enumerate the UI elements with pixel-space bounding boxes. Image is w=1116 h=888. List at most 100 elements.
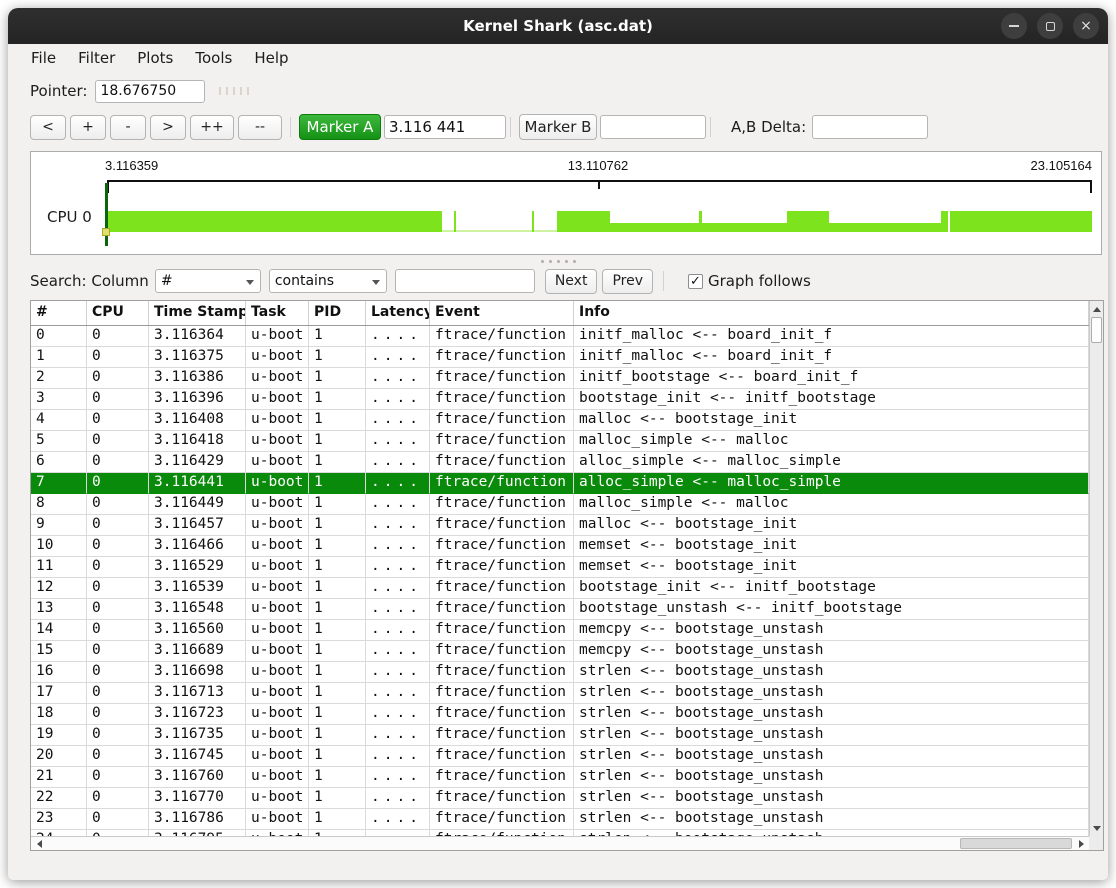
- cell-info: strlen <-- bootstage_unstash: [574, 767, 1089, 788]
- chevron-down-icon: [372, 280, 380, 285]
- cell-task: u-boot: [246, 389, 309, 410]
- table-row[interactable]: 1703.116713u-boot1....ftrace/functionstr…: [31, 683, 1089, 704]
- table-header[interactable]: #CPUTime StampTaskPIDLatencyEventInfo: [31, 301, 1089, 326]
- table-row[interactable]: 603.116429u-boot1....ftrace/functionallo…: [31, 452, 1089, 473]
- marker-a-button[interactable]: Marker A: [299, 114, 381, 140]
- table-row[interactable]: 1003.116466u-boot1....ftrace/functionmem…: [31, 536, 1089, 557]
- table-row[interactable]: 1303.116548u-boot1....ftrace/functionboo…: [31, 599, 1089, 620]
- cell-#: 12: [31, 578, 87, 599]
- table-row[interactable]: 303.116396u-boot1....ftrace/functionboot…: [31, 389, 1089, 410]
- table-row[interactable]: 003.116364u-boot1....ftrace/functioninit…: [31, 326, 1089, 347]
- table-row[interactable]: 103.116375u-boot1....ftrace/functioninit…: [31, 347, 1089, 368]
- graph-follows-checkbox[interactable]: ✓: [688, 274, 703, 289]
- cell-task: u-boot: [246, 326, 309, 347]
- horizontal-scroll-thumb[interactable]: [960, 838, 1072, 849]
- maximize-button[interactable]: [1037, 13, 1063, 39]
- table-row[interactable]: 803.116449u-boot1....ftrace/functionmall…: [31, 494, 1089, 515]
- scroll-up-button[interactable]: [1090, 302, 1103, 316]
- cell-pid: 1: [309, 662, 366, 683]
- nav-button---[interactable]: --: [238, 115, 282, 140]
- nav-button-++[interactable]: ++: [190, 115, 234, 140]
- scroll-right-button[interactable]: [1074, 837, 1088, 850]
- cell-#: 9: [31, 515, 87, 536]
- table-row-selected[interactable]: 703.116441u-boot1....ftrace/functionallo…: [31, 473, 1089, 494]
- scroll-left-button[interactable]: [32, 837, 46, 850]
- table-row[interactable]: 1503.116689u-boot1....ftrace/functionmem…: [31, 641, 1089, 662]
- cell-time-stamp: 3.116396: [149, 389, 246, 410]
- horizontal-scrollbar[interactable]: [31, 836, 1089, 850]
- table-row[interactable]: 1203.116539u-boot1....ftrace/functionboo…: [31, 578, 1089, 599]
- column-header-time-stamp[interactable]: Time Stamp: [149, 301, 246, 325]
- next-button[interactable]: Next: [545, 269, 598, 294]
- column-header-cpu[interactable]: CPU: [87, 301, 149, 325]
- graph-time-start: 3.116359: [105, 158, 158, 173]
- cell-cpu: 0: [87, 389, 149, 410]
- column-header-#[interactable]: #: [31, 301, 87, 325]
- table-row[interactable]: 403.116408u-boot1....ftrace/functionmall…: [31, 410, 1089, 431]
- cell-#: 11: [31, 557, 87, 578]
- nav-button-<[interactable]: <: [30, 115, 66, 140]
- cpu-activity-segment: [610, 223, 699, 232]
- cell-pid: 1: [309, 746, 366, 767]
- marker-b-button[interactable]: Marker B: [519, 114, 597, 140]
- search-column-value: #: [161, 273, 173, 289]
- table-row[interactable]: 1603.116698u-boot1....ftrace/functionstr…: [31, 662, 1089, 683]
- ab-delta-field[interactable]: [812, 115, 928, 139]
- column-header-task[interactable]: Task: [246, 301, 309, 325]
- menu-item-tools[interactable]: Tools: [184, 47, 243, 69]
- table-row[interactable]: 1903.116735u-boot1....ftrace/functionstr…: [31, 725, 1089, 746]
- cell-event: ftrace/function: [430, 599, 574, 620]
- table-row[interactable]: 1803.116723u-boot1....ftrace/functionstr…: [31, 704, 1089, 725]
- menu-item-plots[interactable]: Plots: [126, 47, 184, 69]
- marker-a-handle[interactable]: [102, 228, 110, 236]
- vertical-scrollbar[interactable]: [1089, 301, 1103, 836]
- cell-latency: ....: [366, 641, 430, 662]
- cell-latency: ....: [366, 389, 430, 410]
- menu-item-filter[interactable]: Filter: [67, 47, 126, 69]
- search-match-value: contains: [275, 273, 334, 289]
- titlebar[interactable]: Kernel Shark (asc.dat) ×: [8, 8, 1108, 44]
- cell-info: strlen <-- bootstage_unstash: [574, 809, 1089, 830]
- search-match-select[interactable]: contains: [269, 269, 387, 293]
- vertical-scroll-thumb[interactable]: [1091, 317, 1102, 343]
- scroll-down-button[interactable]: [1090, 821, 1103, 835]
- cell-info: strlen <-- bootstage_unstash: [574, 746, 1089, 767]
- column-header-event[interactable]: Event: [430, 301, 574, 325]
- column-header-info[interactable]: Info: [574, 301, 1089, 325]
- cell-cpu: 0: [87, 494, 149, 515]
- minimize-button[interactable]: [1001, 13, 1027, 39]
- table-row[interactable]: 2303.116786u-boot1....ftrace/functionstr…: [31, 809, 1089, 830]
- splitter-handle[interactable]: [8, 257, 1108, 266]
- nav-button->[interactable]: >: [150, 115, 186, 140]
- column-header-pid[interactable]: PID: [309, 301, 366, 325]
- cell-event: ftrace/function: [430, 620, 574, 641]
- table-row[interactable]: 503.116418u-boot1....ftrace/functionmall…: [31, 431, 1089, 452]
- menu-item-file[interactable]: File: [20, 47, 67, 69]
- search-input[interactable]: [395, 269, 535, 293]
- table-row[interactable]: 2003.116745u-boot1....ftrace/functionstr…: [31, 746, 1089, 767]
- cell-event: ftrace/function: [430, 641, 574, 662]
- prev-button[interactable]: Prev: [602, 269, 653, 294]
- nav-button--[interactable]: -: [110, 115, 146, 140]
- search-column-select[interactable]: #: [155, 269, 261, 293]
- marker-a-value-field[interactable]: [384, 115, 506, 139]
- table-row[interactable]: 903.116457u-boot1....ftrace/functionmall…: [31, 515, 1089, 536]
- cpu-graph-panel[interactable]: 3.116359 13.110762 23.105164 CPU 0: [30, 151, 1102, 255]
- table-row[interactable]: 1403.116560u-boot1....ftrace/functionmem…: [31, 620, 1089, 641]
- graph-follows-label: Graph follows: [708, 272, 811, 290]
- table-row[interactable]: 2103.116760u-boot1....ftrace/functionstr…: [31, 767, 1089, 788]
- cpu0-activity-bar[interactable]: [107, 211, 1092, 232]
- table-row[interactable]: 203.116386u-boot1....ftrace/functioninit…: [31, 368, 1089, 389]
- cell-pid: 1: [309, 494, 366, 515]
- table-row[interactable]: 2203.116770u-boot1....ftrace/functionstr…: [31, 788, 1089, 809]
- pointer-input[interactable]: [95, 80, 205, 103]
- menu-item-help[interactable]: Help: [243, 47, 299, 69]
- cell-cpu: 0: [87, 809, 149, 830]
- nav-button-+[interactable]: +: [70, 115, 106, 140]
- cell-time-stamp: 3.116386: [149, 368, 246, 389]
- table-row[interactable]: 1103.116529u-boot1....ftrace/functionmem…: [31, 557, 1089, 578]
- column-header-latency[interactable]: Latency: [366, 301, 430, 325]
- search-bar: Search: Column # contains Next Prev ✓ Gr…: [30, 267, 1108, 295]
- close-button[interactable]: ×: [1073, 13, 1099, 39]
- marker-b-value-field[interactable]: [600, 115, 706, 139]
